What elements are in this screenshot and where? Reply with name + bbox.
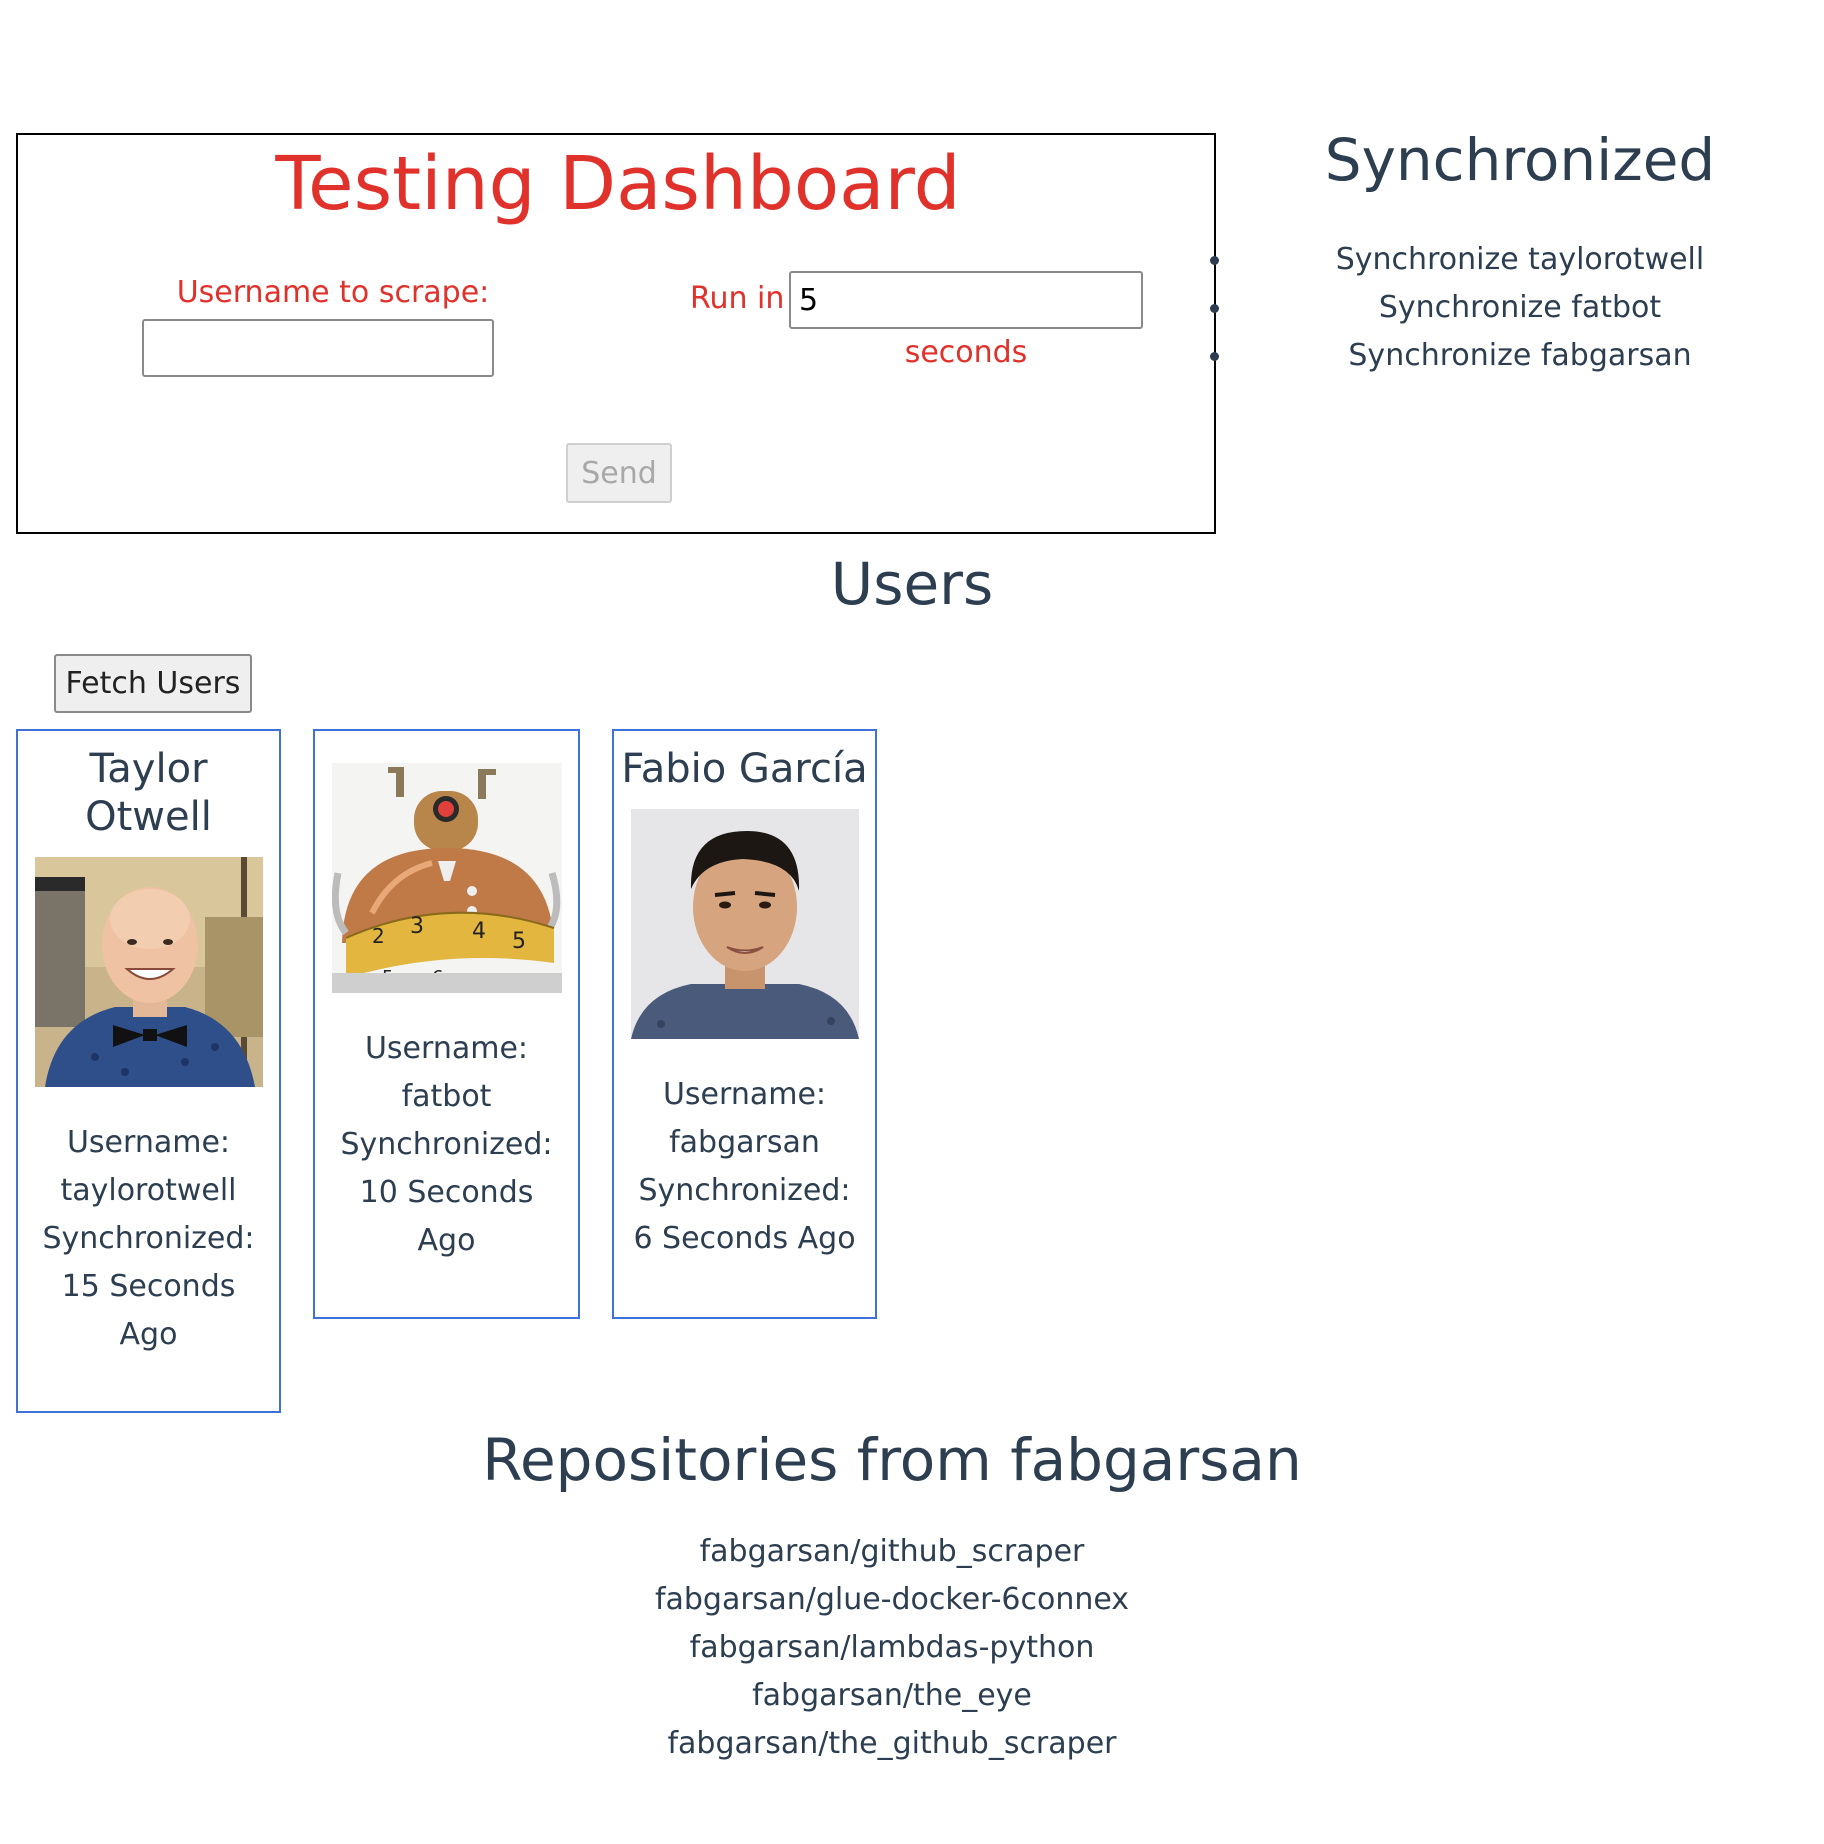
username-value: taylorotwell — [60, 1173, 237, 1208]
user-card-fatbot[interactable]: 2 3 4 5 5 6 Username: fatbot Synchronize… — [313, 729, 580, 1319]
user-card-name: Taylor Otwell — [85, 746, 212, 840]
avatar-fabio-photo — [630, 809, 859, 1039]
repository-item: fabgarsan/glue-docker-6connex — [654, 1582, 1130, 1617]
svg-text:4: 4 — [472, 919, 486, 944]
avatar — [630, 809, 859, 1039]
synchronized-value: 15 Seconds Ago — [61, 1269, 236, 1352]
repository-item: fabgarsan/lambdas-python — [689, 1630, 1095, 1665]
user-card-fabgarsan[interactable]: Fabio García Username: fabgarsan Synchro… — [612, 729, 877, 1319]
user-card-info: Username: fatbot Synchronized: 10 Second… — [315, 1025, 578, 1265]
avatar-taylor-photo — [34, 857, 263, 1087]
synchronized-label: Synchronized: — [638, 1173, 851, 1208]
seconds-label: seconds — [904, 335, 1028, 370]
synchronized-item: Synchronize taylorotwell — [1210, 236, 1824, 284]
user-card-taylorotwell[interactable]: Taylor Otwell Username: taylorotwell Syn… — [16, 729, 281, 1413]
synchronized-item: Synchronize fabgarsan — [1210, 332, 1824, 380]
username-label: Username: — [364, 1031, 529, 1066]
page: Testing Dashboard Username to scrape: Ru… — [0, 0, 1824, 1844]
username-value: fatbot — [401, 1079, 492, 1114]
run-in-input[interactable] — [789, 271, 1143, 329]
username-input[interactable] — [142, 319, 494, 377]
fetch-users-button[interactable]: Fetch Users — [54, 654, 252, 713]
synchronized-label: Synchronized: — [42, 1221, 255, 1256]
username-label: Username: — [66, 1125, 231, 1160]
avatar — [34, 857, 263, 1087]
synchronized-value: 10 Seconds Ago — [359, 1175, 534, 1258]
svg-text:3: 3 — [410, 914, 424, 939]
synchronized-value: 6 Seconds Ago — [633, 1221, 856, 1256]
user-card-name: Fabio García — [621, 746, 868, 792]
send-button[interactable]: Send — [566, 443, 672, 503]
username-value: fabgarsan — [669, 1125, 820, 1160]
synchronized-list: Synchronize taylorotwell Synchronize fat… — [1210, 236, 1824, 380]
user-card-info: Username: fabgarsan Synchronized: 6 Seco… — [614, 1071, 875, 1263]
dashboard-title: Testing Dashboard — [275, 141, 961, 227]
synchronized-label: Synchronized: — [340, 1127, 553, 1162]
svg-text:2: 2 — [372, 924, 385, 948]
avatar: 2 3 4 5 5 6 — [331, 763, 562, 993]
svg-text:5: 5 — [512, 929, 526, 954]
avatar-fatbot-photo: 2 3 4 5 5 6 — [331, 763, 562, 993]
synchronized-item: Synchronize fatbot — [1210, 284, 1824, 332]
user-card-info: Username: taylorotwell Synchronized: 15 … — [18, 1119, 279, 1359]
repository-item: fabgarsan/github_scraper — [699, 1534, 1085, 1569]
repository-item: fabgarsan/the_github_scraper — [667, 1726, 1117, 1761]
username-label: Username: — [662, 1077, 827, 1112]
repositories-list: fabgarsan/github_scraper fabgarsan/glue-… — [0, 1528, 1784, 1768]
username-label: Username to scrape: — [176, 275, 490, 310]
synchronized-title: Synchronized — [1324, 126, 1716, 194]
repositories-title: Repositories from fabgarsan — [482, 1426, 1302, 1494]
testing-dashboard-panel: Testing Dashboard Username to scrape: Ru… — [16, 133, 1216, 534]
run-in-label: Run in — [690, 281, 785, 316]
repository-item: fabgarsan/the_eye — [752, 1678, 1032, 1713]
users-title: Users — [830, 550, 994, 618]
